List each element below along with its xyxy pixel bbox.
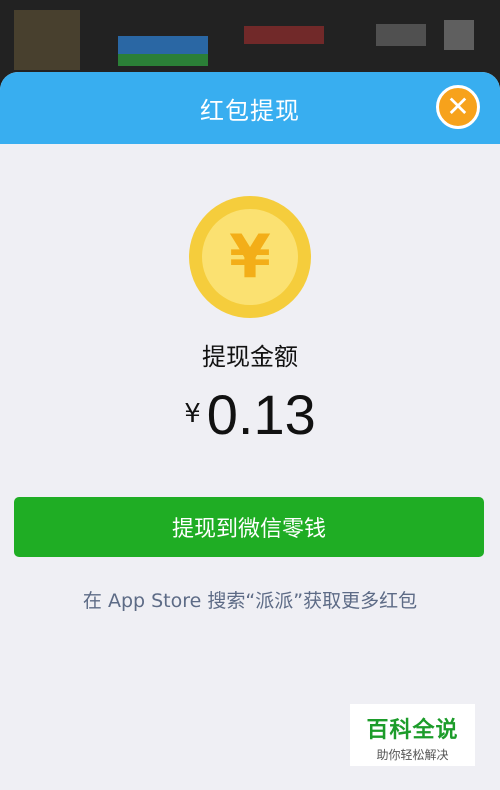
blurred-bar — [444, 20, 474, 50]
blurred-bar — [118, 36, 208, 54]
amount-label: 提现金额 — [202, 343, 298, 371]
watermark-subtitle: 助你轻松解决 — [376, 748, 449, 762]
withdraw-dialog: 红包提现 ✕ ¥ 提现金额 ¥0.13 提现到微信零钱 在 App Store … — [0, 72, 500, 790]
amount-display: ¥0.13 — [0, 382, 500, 447]
blurred-bar — [376, 24, 426, 46]
blurred-thumbnail — [14, 10, 80, 70]
close-icon: ✕ — [446, 90, 470, 123]
watermark-title: 百科全说 — [366, 718, 459, 743]
blurred-bar — [244, 26, 324, 44]
dialog-header: 红包提现 ✕ — [0, 72, 500, 144]
coin-icon: ¥ — [189, 196, 311, 318]
coin-symbol: ¥ — [202, 209, 298, 305]
close-button[interactable]: ✕ — [436, 85, 480, 129]
currency-symbol: ¥ — [184, 399, 201, 429]
withdraw-to-wechat-button[interactable]: 提现到微信零钱 — [14, 497, 484, 557]
blurred-background — [0, 0, 500, 80]
blurred-bar — [118, 54, 208, 66]
app-store-hint: 在 App Store 搜索“派派”获取更多红包 — [82, 590, 418, 612]
dialog-title: 红包提现 — [200, 96, 300, 125]
amount-value: 0.13 — [206, 383, 316, 446]
watermark-logo: 百科全说 助你轻松解决 — [350, 704, 475, 766]
